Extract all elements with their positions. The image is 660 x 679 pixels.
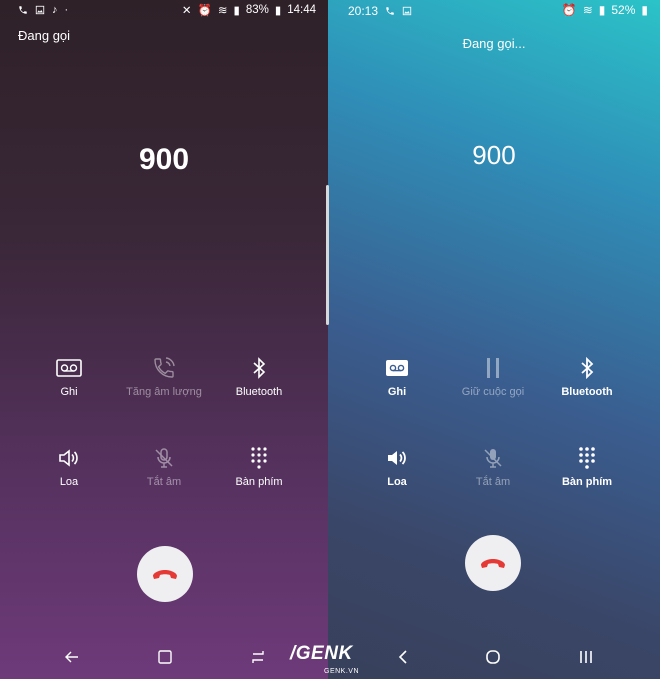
speaker-button[interactable]: Loa bbox=[14, 446, 124, 488]
gallery-icon bbox=[35, 5, 45, 15]
bluetooth-button[interactable]: Bluetooth bbox=[532, 356, 642, 398]
phone-icon bbox=[386, 7, 394, 15]
speaker-label: Loa bbox=[59, 476, 79, 488]
recents-button[interactable] bbox=[578, 649, 594, 670]
bluetooth-icon bbox=[253, 357, 266, 379]
record-button[interactable]: Ghi bbox=[342, 356, 452, 398]
speaker-label: Loa bbox=[387, 476, 407, 488]
mute-label: Tắt âm bbox=[146, 476, 182, 488]
signal-icon: ▮ bbox=[233, 5, 240, 17]
home-button[interactable] bbox=[157, 649, 173, 670]
wifi-icon: ≋ bbox=[217, 5, 228, 17]
end-call-icon bbox=[481, 559, 505, 568]
home-square-icon bbox=[158, 650, 172, 664]
dialpad-icon bbox=[251, 447, 267, 469]
dialpad-label: Bàn phím bbox=[561, 476, 613, 488]
battery-icon: ▮ bbox=[641, 3, 648, 17]
genk-watermark-site: GENK.VN bbox=[324, 668, 360, 675]
home-circle-icon bbox=[486, 650, 500, 664]
music-icon: ♪ bbox=[52, 4, 58, 16]
clock: 20:13 bbox=[348, 4, 379, 18]
speaker-icon bbox=[388, 451, 406, 465]
wifi-icon: ≋ bbox=[582, 3, 593, 17]
dialed-number: 900 bbox=[472, 140, 516, 170]
pause-icon bbox=[487, 358, 499, 378]
record-button[interactable]: Ghi bbox=[14, 356, 124, 398]
signal-icon: ▮ bbox=[598, 3, 606, 17]
bluetooth-label: Bluetooth bbox=[235, 386, 283, 398]
voicemail-record-icon bbox=[386, 360, 408, 376]
end-call-button[interactable] bbox=[465, 535, 521, 591]
battery-icon: ▮ bbox=[274, 5, 282, 17]
back-button[interactable] bbox=[396, 649, 410, 670]
alarm-icon: ⏰ bbox=[561, 3, 577, 17]
speaker-icon bbox=[59, 449, 78, 467]
dialed-number: 900 bbox=[138, 143, 190, 176]
recents-icon bbox=[252, 651, 264, 663]
dialpad-icon bbox=[579, 447, 595, 469]
right-phone-screen: 20:13 ⏰ ≋ ▮ 52% ▮ Đang gọi... 900 Ghi Gi… bbox=[328, 0, 660, 679]
dialpad-button[interactable]: Bàn phím bbox=[532, 446, 642, 488]
alarm-icon: ⏰ bbox=[197, 5, 212, 17]
status-bar: 20:13 ⏰ ≋ ▮ 52% ▮ bbox=[328, 0, 660, 20]
end-call-button[interactable] bbox=[137, 546, 193, 602]
phone-icon bbox=[19, 6, 27, 14]
record-label: Ghi bbox=[60, 386, 78, 398]
end-call-icon bbox=[153, 570, 177, 579]
mute-mic-icon bbox=[484, 449, 502, 468]
status-bar: ♪ · ✕ ⏰ ≋ ▮ 83% ▮ 14:44 bbox=[0, 0, 328, 20]
mute-label: Tắt âm bbox=[475, 476, 511, 488]
navigation-bar bbox=[0, 645, 328, 673]
dot-icon: · bbox=[64, 4, 69, 16]
call-status-label: Đang gọi... bbox=[462, 36, 526, 51]
hold-call-label: Giữ cuộc gọi bbox=[461, 386, 525, 398]
call-status-label: Đang gọi bbox=[18, 28, 71, 43]
volume-boost-label: Tăng âm lượng bbox=[126, 386, 202, 398]
mute-vibrate-icon: ✕ bbox=[181, 5, 192, 17]
gallery-icon bbox=[402, 6, 412, 16]
volume-boost-button[interactable]: Tăng âm lượng bbox=[109, 356, 219, 398]
genk-watermark: /GENK bbox=[290, 643, 353, 664]
bluetooth-button[interactable]: Bluetooth bbox=[204, 356, 314, 398]
clock: 14:44 bbox=[287, 4, 316, 16]
voicemail-record-icon bbox=[56, 359, 82, 377]
home-button[interactable] bbox=[485, 649, 501, 670]
battery-level: 83% bbox=[245, 4, 269, 16]
back-button[interactable] bbox=[64, 649, 80, 670]
bluetooth-label: Bluetooth bbox=[561, 386, 613, 398]
navigation-bar bbox=[328, 645, 660, 673]
bluetooth-icon bbox=[581, 356, 594, 380]
record-label: Ghi bbox=[387, 386, 407, 398]
mute-mic-icon bbox=[155, 448, 173, 468]
recents-icon bbox=[580, 651, 592, 663]
back-chevron-icon bbox=[398, 650, 407, 664]
left-phone-screen: ♪ · ✕ ⏰ ≋ ▮ 83% ▮ 14:44 Đang gọi 900 Ghi… bbox=[0, 0, 328, 679]
back-arrow-icon bbox=[65, 651, 78, 663]
dialpad-label: Bàn phím bbox=[235, 476, 283, 488]
split-divider bbox=[326, 185, 329, 325]
dialpad-button[interactable]: Bàn phím bbox=[204, 446, 314, 488]
volume-boost-phone-icon bbox=[154, 357, 175, 378]
mute-button[interactable]: Tắt âm bbox=[109, 446, 219, 488]
battery-level: 52% bbox=[611, 3, 636, 17]
speaker-button[interactable]: Loa bbox=[342, 446, 452, 488]
recents-button[interactable] bbox=[250, 649, 266, 670]
